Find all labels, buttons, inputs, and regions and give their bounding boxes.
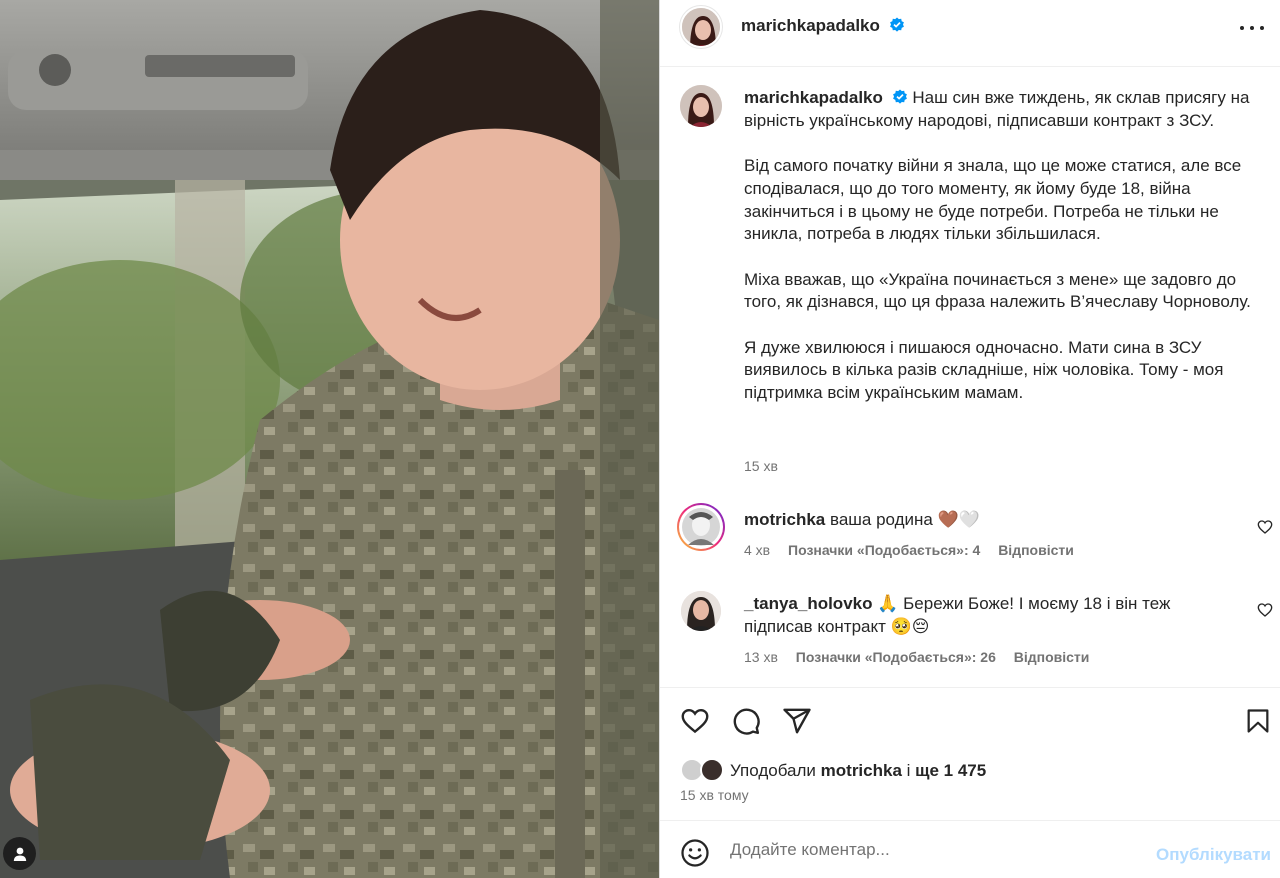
verified-badge-icon [889,17,904,32]
emoji-icon[interactable] [680,838,710,868]
likes-user[interactable]: motrichka [821,761,902,781]
comment-timestamp[interactable]: 4 хв [744,542,770,558]
user-tags-button[interactable] [3,837,36,870]
comment-like-heart-icon[interactable] [1257,602,1273,618]
caption-text-p3: Міха вважав, що «Україна починається з м… [744,269,1251,312]
more-options-icon [1240,26,1244,30]
likes-count[interactable]: ще 1 475 [915,761,986,781]
verified-badge-icon [892,89,907,104]
commenter-username[interactable]: _tanya_holovko [744,594,873,613]
publish-button[interactable]: Опублікувати [1156,845,1271,865]
caption-text-p2: Від самого початку війни я знала, що це … [744,156,1242,244]
caption-text-p4: Я дуже хвилююся і пишаюся одночасно. Мат… [744,337,1224,403]
bookmark-icon[interactable] [1244,706,1272,736]
author-username[interactable]: marichkapadalko [741,16,905,36]
post-photo[interactable] [0,0,659,878]
author-username-text[interactable]: marichkapadalko [741,16,880,35]
likes-summary: Уподобали motrichka і ще 1 475 [680,758,986,784]
comment-reply-button[interactable]: Відповісти [1014,649,1090,665]
commenter-username[interactable]: motrichka [744,510,825,529]
post-header: marichkapadalko [660,0,1280,67]
heart-icon[interactable] [680,706,710,736]
share-icon[interactable] [782,706,812,736]
commenter-avatar[interactable] [681,591,721,631]
post-image [0,0,659,878]
caption-timestamp[interactable]: 15 хв [744,458,778,474]
comment-reply-button[interactable]: Відповісти [998,542,1074,558]
comment-item: motrichka ваша родина 🤎🤍 4 хв Позначки «… [660,502,1280,572]
more-options-button[interactable] [1237,18,1267,38]
author-avatar[interactable] [680,6,722,48]
comment-likes-count[interactable]: Позначки «Подобається»: 26 [796,649,996,665]
comment-text: ваша родина 🤎🤍 [829,510,980,529]
comment-item: _tanya_holovko 🙏 Бережи Боже! І моєму 18… [660,590,1280,670]
post-caption: marichkapadalko Наш син вже тиждень, як … [744,87,1254,405]
liker-avatar [700,758,724,782]
post-details-panel: marichkapadalko marichkapadalko Наш син … [659,0,1280,878]
post-timestamp[interactable]: 15 хв тому [680,787,749,803]
comment-likes-count[interactable]: Позначки «Подобається»: 4 [788,542,980,558]
caption-author-username[interactable]: marichkapadalko [744,88,883,107]
comment-input[interactable] [730,837,1130,863]
commenter-avatar[interactable] [677,503,725,551]
comment-timestamp[interactable]: 13 хв [744,649,778,665]
liker-avatars [680,758,726,784]
caption-author-avatar[interactable] [680,85,722,127]
likes-middle: і [906,761,911,780]
comment-like-heart-icon[interactable] [1257,519,1273,535]
user-tags-icon [13,847,26,861]
add-comment-bar: Опублікувати [660,820,1280,878]
comment-icon[interactable] [731,706,761,736]
likes-prefix: Уподобали [730,761,816,780]
post-actions: Уподобали motrichka і ще 1 475 15 хв том… [660,687,1280,820]
